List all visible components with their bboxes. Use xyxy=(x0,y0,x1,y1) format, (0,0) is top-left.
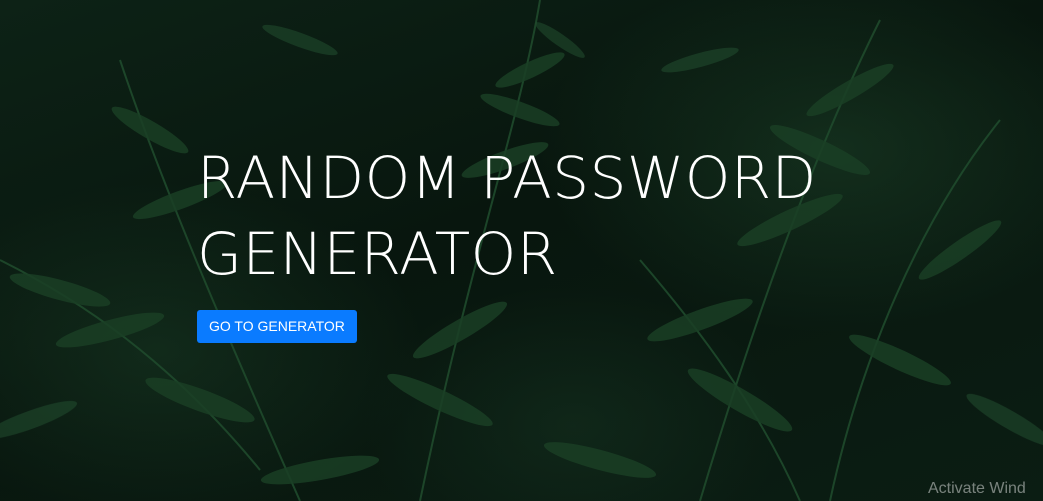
activate-windows-watermark: Activate Wind xyxy=(928,480,1026,497)
hero-title: RANDOM PASSWORD GENERATOR xyxy=(197,144,817,288)
hero-section: RANDOM PASSWORD GENERATOR GO TO GENERATO… xyxy=(0,0,1043,501)
hero-content: RANDOM PASSWORD GENERATOR GO TO GENERATO… xyxy=(197,140,897,343)
go-to-generator-button[interactable]: GO TO GENERATOR xyxy=(197,310,357,343)
